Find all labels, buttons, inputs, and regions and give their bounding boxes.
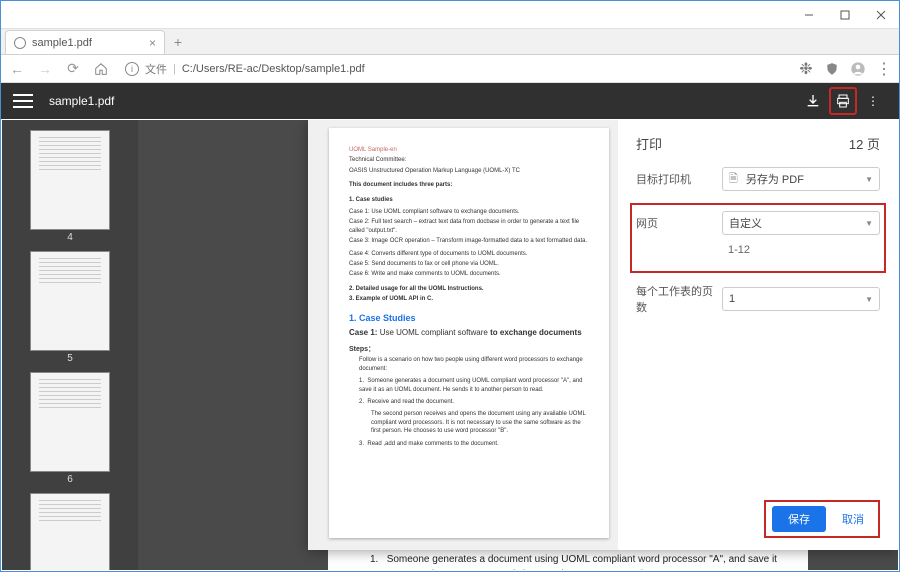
browser-toolbar: ← → ⟳ i 文件 | C:/Users/RE-ac/Desktop/samp… (1, 55, 899, 83)
window-titlebar (1, 1, 899, 29)
dialog-buttons: 保存 取消 (764, 500, 880, 538)
pages-label: 网页 (636, 215, 714, 231)
extensions-area: ❉ ⋮ (797, 60, 893, 78)
destination-label: 目标打印机 (636, 171, 714, 187)
pdf-more-menu[interactable]: ⋮ (859, 87, 887, 115)
new-tab-button[interactable]: + (165, 30, 191, 54)
url-scheme-label: 文件 (145, 61, 167, 77)
window-maximize-button[interactable] (827, 1, 863, 29)
back-button[interactable]: ← (7, 59, 27, 79)
thumbnail-label: 5 (2, 353, 138, 364)
chevron-down-icon: ▼ (865, 175, 873, 184)
print-title: 打印 (636, 134, 662, 153)
chevron-down-icon: ▼ (865, 219, 873, 228)
profile-icon[interactable] (849, 60, 867, 78)
pdf-icon: 🗎 (729, 170, 738, 189)
pages-per-sheet-label: 每个工作表的页数 (636, 283, 714, 315)
preview-page: UOML Sample-en Technical Committee: OASI… (329, 128, 609, 538)
pdf-main-area: 4 5 6 7 Case 1: Use UOML compliant softw… (2, 120, 898, 570)
home-button[interactable] (91, 59, 111, 79)
page-range-input[interactable] (722, 239, 880, 261)
browser-tabstrip: sample1.pdf × + (1, 29, 899, 55)
reload-button[interactable]: ⟳ (63, 59, 83, 79)
cancel-button[interactable]: 取消 (834, 506, 872, 532)
thumbnail-label: 4 (2, 232, 138, 243)
browser-tab-active[interactable]: sample1.pdf × (5, 30, 165, 54)
menu-icon[interactable] (13, 94, 33, 108)
pdf-toolbar: sample1.pdf ⋮ (1, 83, 899, 119)
tab-close-icon[interactable]: × (149, 36, 156, 50)
destination-select[interactable]: 🗎另存为 PDF ▼ (722, 167, 880, 191)
highlighted-pages-setting: 网页 自定义 ▼ (630, 203, 886, 273)
print-dialog: UOML Sample-en Technical Committee: OASI… (308, 120, 898, 550)
thumbnail[interactable] (30, 372, 110, 472)
thumbnail-label: 6 (2, 474, 138, 485)
browser-menu-button[interactable]: ⋮ (875, 60, 893, 78)
thumbnail[interactable] (30, 493, 110, 570)
forward-button[interactable]: → (35, 59, 55, 79)
thumbnail-sidebar[interactable]: 4 5 6 7 (2, 120, 138, 570)
extension-shield-icon[interactable] (823, 60, 841, 78)
thumbnail[interactable] (30, 130, 110, 230)
doc-text: 1. Someone generates a document using UO… (370, 552, 784, 570)
document-viewport[interactable]: Case 1: Use UOML compliant software to e… (138, 120, 898, 570)
print-page-count: 12 页 (849, 134, 880, 153)
thumbnail[interactable] (30, 251, 110, 351)
window-minimize-button[interactable] (791, 1, 827, 29)
pages-select[interactable]: 自定义 ▼ (722, 211, 880, 235)
pdf-filename: sample1.pdf (49, 94, 114, 108)
address-bar[interactable]: i 文件 | C:/Users/RE-ac/Desktop/sample1.pd… (119, 59, 789, 79)
tab-title: sample1.pdf (32, 37, 92, 49)
extension-icon[interactable]: ❉ (797, 60, 815, 78)
print-preview-pane: UOML Sample-en Technical Committee: OASI… (308, 120, 618, 550)
print-settings-pane: 打印 12 页 目标打印机 🗎另存为 PDF ▼ 网页 自定义 ▼ (618, 120, 898, 550)
download-button[interactable] (799, 87, 827, 115)
url-path: C:/Users/RE-ac/Desktop/sample1.pdf (182, 63, 365, 75)
window-close-button[interactable] (863, 1, 899, 29)
print-button[interactable] (829, 87, 857, 115)
site-info-icon[interactable]: i (125, 62, 139, 76)
save-button[interactable]: 保存 (772, 506, 826, 532)
chevron-down-icon: ▼ (865, 295, 873, 304)
pages-per-sheet-select[interactable]: 1 ▼ (722, 287, 880, 311)
globe-icon (14, 37, 26, 49)
